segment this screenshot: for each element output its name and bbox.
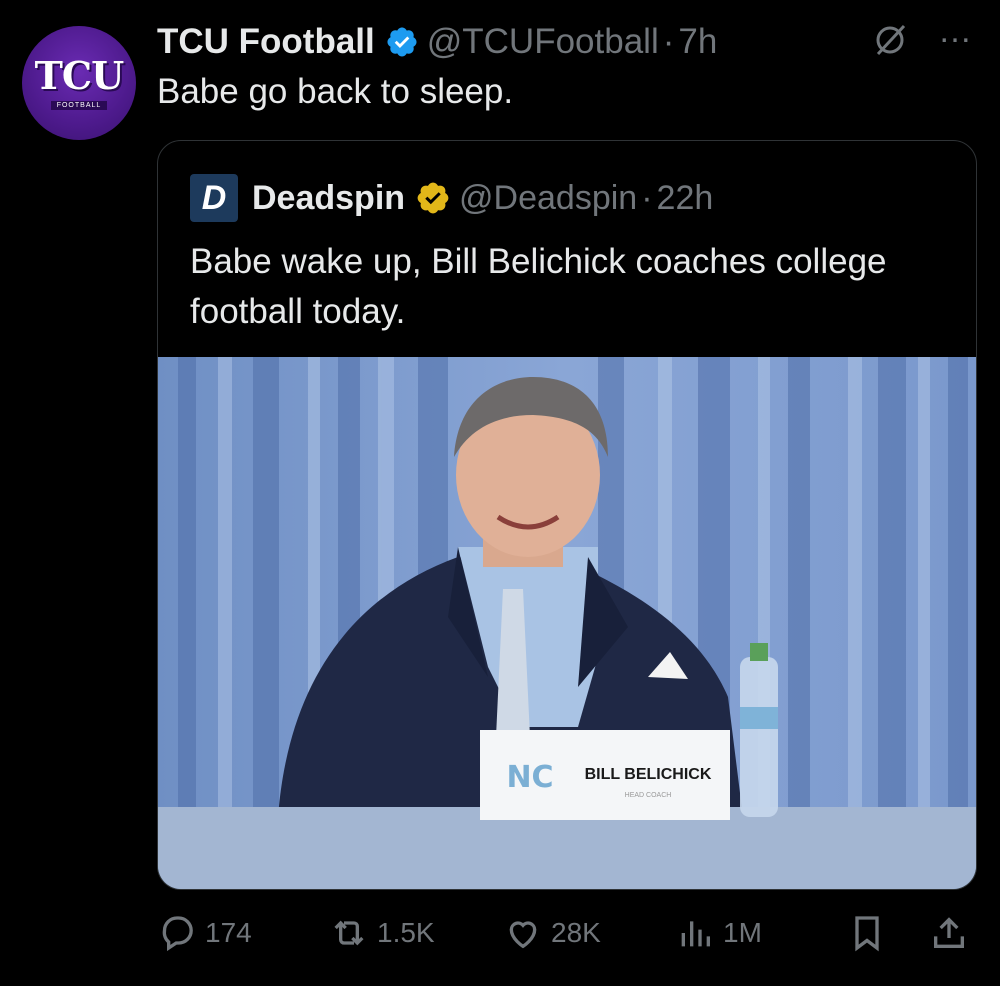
header-actions: … <box>872 14 974 58</box>
author-display-name[interactable]: TCU Football <box>157 22 375 62</box>
views-button[interactable]: 1M <box>675 908 762 958</box>
more-icon[interactable]: … <box>938 14 974 48</box>
quoted-tweet-header: D Deadspin @Deadspin · 22h <box>190 174 713 222</box>
unc-logo: NC <box>506 760 553 795</box>
tcu-logo-text: TCU <box>34 52 125 98</box>
repost-button[interactable]: 1.5K <box>329 908 435 958</box>
quoted-tweet-photo[interactable]: NC BILL BELICHICK HEAD COACH <box>158 357 976 889</box>
quoted-tweet-card[interactable]: D Deadspin @Deadspin · 22h Babe wake up,… <box>157 140 977 890</box>
tweet-timestamp[interactable]: 7h <box>678 22 717 62</box>
quoted-tweet-text: Babe wake up, Bill Belichick coaches col… <box>190 242 887 331</box>
nameplate-subtext: HEAD COACH <box>625 792 672 799</box>
reply-icon <box>162 916 193 952</box>
share-button[interactable] <box>929 908 969 958</box>
like-button[interactable]: 28K <box>503 908 601 958</box>
like-icon <box>509 921 537 949</box>
quoted-separator-dot: · <box>641 178 653 217</box>
reply-count: 174 <box>205 917 252 948</box>
separator-dot: · <box>662 22 675 61</box>
verified-badge-icon <box>387 27 417 57</box>
repost-count: 1.5K <box>377 917 435 948</box>
press-conference-photo: NC BILL BELICHICK HEAD COACH <box>158 357 976 889</box>
quoted-timestamp[interactable]: 22h <box>657 179 714 218</box>
views-count: 1M <box>723 917 762 948</box>
bookmark-button[interactable] <box>847 908 887 958</box>
tweet-text: Babe go back to sleep. <box>157 72 514 111</box>
tcu-logo-subtext: FOOTBALL <box>50 100 108 110</box>
grok-icon[interactable] <box>872 22 908 58</box>
quoted-display-name[interactable]: Deadspin <box>252 179 405 218</box>
quoted-handle[interactable]: @Deadspin <box>459 179 637 218</box>
reply-button[interactable]: 174 <box>157 908 252 958</box>
tweet-header: TCU Football @TCUFootball · 7h <box>157 20 717 64</box>
bookmark-icon <box>855 916 879 952</box>
author-handle[interactable]: @TCUFootball <box>427 22 659 62</box>
author-avatar[interactable]: TCU FOOTBALL <box>22 26 136 140</box>
nameplate-text: BILL BELICHICK <box>585 766 712 783</box>
tweet-action-bar: 174 1.5K 28K 1M <box>157 908 975 958</box>
views-icon <box>681 921 710 947</box>
deadspin-avatar[interactable]: D <box>190 174 238 222</box>
repost-icon <box>334 920 364 946</box>
gold-verified-badge-icon <box>417 182 449 214</box>
share-icon <box>934 917 964 948</box>
like-count: 28K <box>551 917 601 948</box>
